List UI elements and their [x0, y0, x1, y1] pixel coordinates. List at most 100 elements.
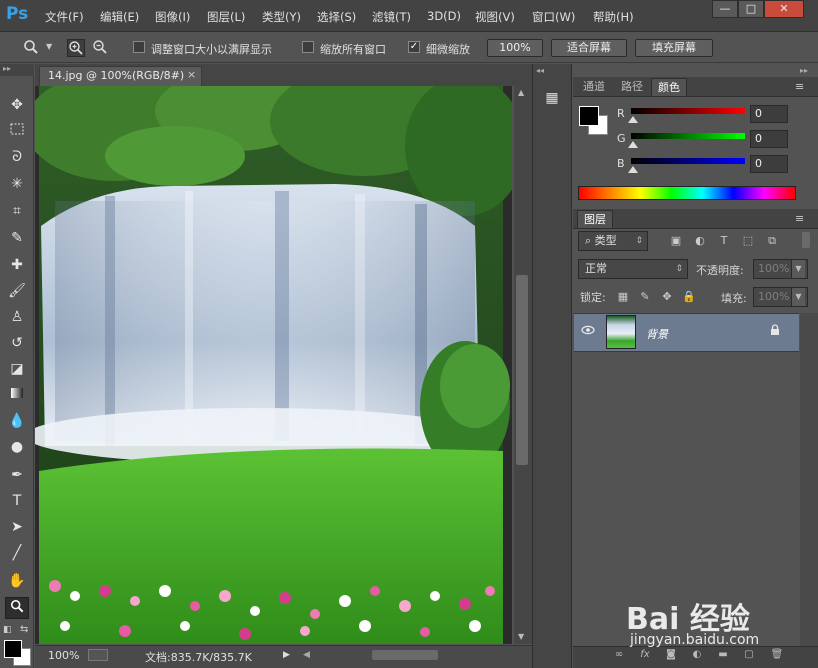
dodge-tool-icon[interactable]: ●	[5, 436, 29, 458]
layer-name[interactable]: 背景	[646, 326, 668, 342]
maximize-button[interactable]: □	[738, 0, 764, 18]
eyedropper-tool-icon[interactable]: ✎	[5, 227, 29, 249]
status-preview-icon[interactable]	[88, 649, 108, 661]
filter-shape-icon[interactable]: ⬚	[740, 234, 756, 248]
clone-stamp-tool-icon[interactable]: ♙	[5, 306, 29, 328]
layers-panel-menu-icon[interactable]: ≡	[795, 212, 804, 225]
color-panel-menu-icon[interactable]: ≡	[795, 80, 804, 93]
menu-view[interactable]: 视图(V)	[475, 9, 515, 25]
channel-b-slider[interactable]	[631, 158, 745, 164]
minimize-button[interactable]: —	[712, 0, 738, 18]
menu-filter[interactable]: 滤镜(T)	[372, 9, 411, 25]
brush-tool-icon[interactable]: 🖌	[5, 280, 29, 302]
link-layers-icon[interactable]: ∞	[612, 649, 626, 663]
eye-icon[interactable]	[580, 324, 596, 338]
delete-layer-icon[interactable]: 🗑	[770, 649, 784, 663]
fit-screen-button[interactable]: 适合屏幕	[551, 39, 627, 57]
tab-paths[interactable]: 路径	[615, 78, 649, 96]
new-group-icon[interactable]: ▬	[716, 649, 730, 663]
opacity-field[interactable]: 100% ▼	[753, 259, 808, 279]
layers-scrollbar[interactable]	[800, 313, 818, 646]
path-selection-tool-icon[interactable]: ➤	[5, 516, 29, 538]
pen-tool-icon[interactable]: ✒	[5, 464, 29, 486]
add-mask-icon[interactable]: ◙	[664, 649, 678, 663]
fill-dropdown-icon[interactable]: ▼	[791, 288, 805, 306]
menu-layer[interactable]: 图层(L)	[207, 9, 245, 25]
adjustment-layer-icon[interactable]: ◐	[690, 649, 704, 663]
filter-type-icon[interactable]: T	[716, 234, 732, 248]
layer-style-icon[interactable]: fx	[638, 649, 652, 663]
zoom-tool-preset-icon[interactable]	[22, 39, 40, 57]
filter-toggle-switch[interactable]	[802, 232, 810, 248]
type-tool-icon[interactable]: T	[5, 490, 29, 512]
channel-b-handle[interactable]	[628, 166, 638, 173]
menu-edit[interactable]: 编辑(E)	[100, 9, 139, 25]
gradient-tool-icon[interactable]	[5, 384, 29, 406]
opacity-dropdown-icon[interactable]: ▼	[791, 260, 805, 278]
lock-transparent-icon[interactable]: ▦	[616, 290, 630, 304]
menu-help[interactable]: 帮助(H)	[593, 9, 634, 25]
zoom-out-icon[interactable]	[91, 39, 109, 57]
tools-panel-collapse-icon[interactable]: ▸▸	[0, 64, 34, 76]
menu-file[interactable]: 文件(F)	[45, 9, 84, 25]
menu-select[interactable]: 选择(S)	[317, 9, 356, 25]
tab-layers[interactable]: 图层	[577, 210, 613, 228]
panels-collapse-icon[interactable]: ▸▸	[800, 66, 808, 75]
layer-filter-dropdown[interactable]: ⌕ 类型 ⇕	[578, 231, 648, 251]
history-panel-icon[interactable]: ▦	[542, 90, 562, 110]
menu-image[interactable]: 图像(I)	[155, 9, 190, 25]
zoom-level[interactable]: 100%	[48, 649, 79, 662]
scrubby-zoom-checkbox[interactable]: ✓	[408, 41, 420, 53]
zoom-tool-icon[interactable]	[5, 597, 29, 619]
menu-window[interactable]: 窗口(W)	[532, 9, 575, 25]
zoom-all-windows-checkbox[interactable]	[302, 41, 314, 53]
preset-dropdown-arrow-icon[interactable]: ▼	[46, 42, 52, 51]
vertical-scroll-thumb[interactable]	[516, 275, 528, 465]
move-tool-icon[interactable]: ✥	[5, 94, 29, 116]
tab-color[interactable]: 颜色	[651, 78, 687, 96]
document-canvas[interactable]	[25, 66, 525, 644]
eraser-tool-icon[interactable]: ◪	[5, 358, 29, 380]
magic-wand-tool-icon[interactable]: ✳	[5, 173, 29, 195]
scroll-up-icon[interactable]: ▲	[518, 88, 524, 97]
close-document-icon[interactable]: ×	[187, 68, 196, 81]
line-tool-icon[interactable]: ╱	[5, 542, 29, 564]
channel-g-slider[interactable]	[631, 133, 745, 139]
channel-r-value[interactable]: 0	[750, 105, 788, 123]
new-layer-icon[interactable]: ▢	[742, 649, 756, 663]
blend-mode-dropdown[interactable]: 正常 ⇕	[578, 259, 688, 279]
color-panel-foreground-swatch[interactable]	[579, 106, 599, 126]
lasso-tool-icon[interactable]: ᘐ	[5, 146, 29, 168]
foreground-color-swatch[interactable]	[4, 640, 22, 658]
scroll-down-icon[interactable]: ▼	[518, 632, 524, 641]
status-menu-arrow-icon[interactable]: ▶	[283, 650, 290, 660]
filter-smart-object-icon[interactable]: ⧉	[764, 234, 780, 248]
filter-adjustment-icon[interactable]: ◐	[692, 234, 708, 248]
fill-field[interactable]: 100% ▼	[753, 287, 808, 307]
scroll-left-icon[interactable]: ◀	[303, 650, 310, 660]
crop-tool-icon[interactable]: ⌗	[5, 200, 29, 222]
lock-image-icon[interactable]: ✎	[638, 290, 652, 304]
swap-colors-icon[interactable]: ⇆	[20, 624, 28, 635]
blur-tool-icon[interactable]: 💧	[5, 410, 29, 432]
dock-collapse-icon[interactable]: ◂◂	[536, 66, 544, 75]
tab-channels[interactable]: 通道	[577, 78, 611, 96]
fill-screen-button[interactable]: 填充屏幕	[635, 39, 713, 57]
history-brush-tool-icon[interactable]: ↺	[5, 332, 29, 354]
lock-position-icon[interactable]: ✥	[660, 290, 674, 304]
channel-r-handle[interactable]	[628, 116, 638, 123]
horizontal-scroll-thumb[interactable]	[372, 650, 438, 660]
color-spectrum-bar[interactable]	[578, 186, 796, 200]
hand-tool-icon[interactable]: ✋	[5, 570, 29, 592]
channel-g-handle[interactable]	[628, 141, 638, 148]
channel-r-slider[interactable]	[631, 108, 745, 114]
close-button[interactable]: ✕	[764, 0, 804, 18]
channel-b-value[interactable]: 0	[750, 155, 788, 173]
lock-all-icon[interactable]: 🔒	[682, 290, 696, 304]
zoom-in-icon[interactable]	[67, 39, 85, 57]
layer-thumbnail[interactable]	[606, 315, 636, 349]
menu-3d[interactable]: 3D(D)	[427, 9, 461, 23]
marquee-tool-icon[interactable]	[5, 120, 29, 142]
filter-pixel-icon[interactable]: ▣	[668, 234, 684, 248]
actual-pixels-button[interactable]: 100%	[487, 39, 543, 57]
